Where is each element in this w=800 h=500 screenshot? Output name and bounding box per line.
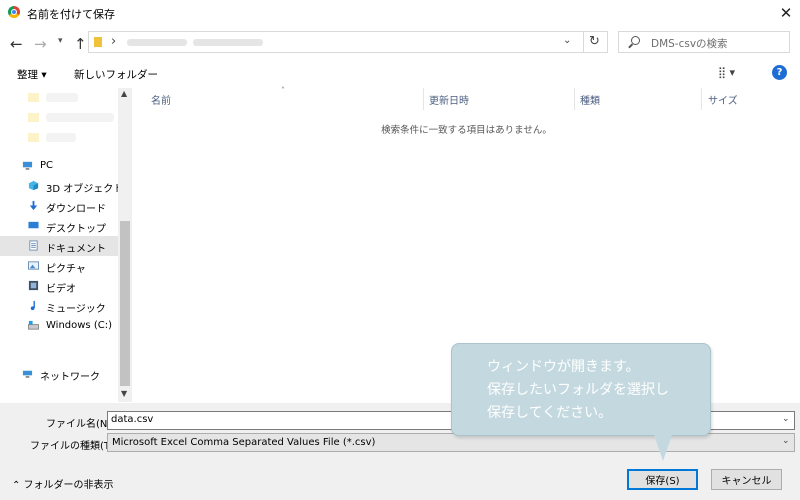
close-button[interactable]: ✕ <box>772 0 800 26</box>
cancel-button[interactable]: キャンセル <box>711 469 782 490</box>
sidebar-item-desktop[interactable]: デスクトップ <box>0 216 118 236</box>
scrollbar-thumb[interactable] <box>120 221 130 386</box>
filetype-value: Microsoft Excel Comma Separated Values F… <box>112 437 376 448</box>
quick-access-item-blurred[interactable] <box>46 93 78 102</box>
view-options-icon[interactable]: ⣿ ▾ <box>718 66 735 79</box>
sort-ascending-icon: ˄ <box>281 86 285 95</box>
quick-access-item-blurred[interactable] <box>46 113 114 122</box>
sidebar-item-label: デスクトップ <box>46 224 106 235</box>
filetype-label: ファイルの種類(T): <box>30 441 118 452</box>
new-folder-button[interactable]: 新しいフォルダー <box>74 67 158 82</box>
sidebar-item-label: ダウンロード <box>46 204 106 215</box>
column-header-modified[interactable]: 更新日時 <box>429 92 469 107</box>
column-divider[interactable] <box>423 88 424 110</box>
instruction-callout: ウィンドウが開きます。 保存したいフォルダを選択し 保存してください。 <box>451 343 711 436</box>
sidebar-item-label: ビデオ <box>46 284 76 295</box>
hide-folders-toggle[interactable]: ⌃ フォルダーの非表示 <box>12 476 114 491</box>
scroll-up-arrow-icon[interactable]: ▲ <box>121 89 127 98</box>
navigation-scrollbar[interactable]: ▲ ▼ <box>118 88 132 402</box>
column-header-name[interactable]: 名前 <box>151 92 171 107</box>
sidebar-item-label: ネットワーク <box>40 372 100 383</box>
organize-button[interactable]: 整理 ▾ <box>17 67 47 82</box>
folder-icon <box>28 133 39 142</box>
3d-objects-icon <box>28 180 39 191</box>
column-divider[interactable] <box>701 88 702 110</box>
video-icon <box>28 280 39 291</box>
callout-line: 保存してください。 <box>487 405 613 421</box>
network-icon <box>22 370 33 378</box>
sidebar-item-label: Windows (C:) <box>46 320 112 331</box>
empty-result-message: 検索条件に一致する項目はありません。 <box>381 125 552 136</box>
pictures-icon <box>28 261 39 270</box>
breadcrumb-segment-blurred[interactable] <box>193 39 263 46</box>
sidebar-item-label: PC <box>40 160 54 171</box>
folder-icon <box>28 93 39 102</box>
sidebar-item-pictures[interactable]: ピクチャ <box>0 256 118 276</box>
help-icon[interactable]: ? <box>772 65 787 80</box>
breadcrumb-segment-blurred[interactable] <box>127 39 187 46</box>
callout-line: ウィンドウが開きます。 <box>487 359 640 375</box>
filename-label: ファイル名(N): <box>46 419 115 430</box>
up-arrow-icon[interactable]: ↑ <box>74 35 87 53</box>
column-divider[interactable] <box>574 88 575 110</box>
sidebar-item-downloads[interactable]: ダウンロード <box>0 196 118 216</box>
sidebar-item-label: ピクチャ <box>46 264 86 275</box>
drive-icon <box>28 320 39 330</box>
sidebar-item-pc[interactable]: PC <box>0 156 118 176</box>
sidebar-item-label: 3D オブジェクト <box>46 184 124 195</box>
save-button[interactable]: 保存(S) <box>627 469 698 490</box>
column-header-type[interactable]: 種類 <box>580 92 600 107</box>
folder-icon <box>94 37 102 47</box>
sidebar-item-label: ミュージック <box>46 304 106 315</box>
window-title: 名前を付けて保存 <box>27 8 115 21</box>
callout-pointer <box>654 435 672 461</box>
filename-dropdown-chevron-icon[interactable]: ⌄ <box>782 414 790 424</box>
search-box[interactable]: DMS-csvの検索 <box>618 31 790 53</box>
documents-icon <box>29 240 38 251</box>
folder-icon <box>28 113 39 122</box>
refresh-icon[interactable]: ↻ <box>589 34 600 49</box>
column-header-size[interactable]: サイズ <box>708 92 738 107</box>
breadcrumb-chevron-icon[interactable]: › <box>111 34 116 49</box>
music-icon <box>30 300 35 311</box>
divider <box>583 32 584 52</box>
sidebar-item-music[interactable]: ミュージック <box>0 296 118 316</box>
download-icon <box>29 200 38 211</box>
chrome-icon <box>8 6 20 18</box>
search-placeholder[interactable]: DMS-csvの検索 <box>651 36 728 51</box>
quick-access-item-blurred[interactable] <box>46 133 76 142</box>
sidebar-item-3d-objects[interactable]: 3D オブジェクト <box>0 176 123 196</box>
scroll-down-arrow-icon[interactable]: ▼ <box>121 389 127 398</box>
sidebar-item-documents[interactable]: ドキュメント <box>0 236 118 256</box>
filetype-dropdown-chevron-icon[interactable]: ⌄ <box>782 436 790 446</box>
sidebar-item-videos[interactable]: ビデオ <box>0 276 118 296</box>
pc-icon <box>22 161 33 170</box>
title-bar: 名前を付けて保存 ✕ <box>0 0 800 26</box>
back-arrow-icon[interactable]: ← <box>10 35 23 53</box>
address-bar[interactable]: › ⌄ ↻ <box>88 31 608 53</box>
navigation-pane: PC 3D オブジェクト ダウンロード デスクトップ ドキュメント ピクチャ ビ… <box>0 88 132 402</box>
callout-line: 保存したいフォルダを選択し <box>487 382 669 398</box>
forward-arrow-icon[interactable]: → <box>34 35 47 53</box>
desktop-icon <box>28 221 39 229</box>
sidebar-item-network[interactable]: ネットワーク <box>0 364 118 384</box>
sidebar-item-drive-c[interactable]: Windows (C:) <box>0 316 118 336</box>
address-dropdown-chevron-icon[interactable]: ⌄ <box>563 35 571 46</box>
command-bar: 整理 ▾ 新しいフォルダー ⣿ ▾ ? <box>0 62 800 86</box>
recent-locations-chevron-icon[interactable]: ▾ <box>58 36 63 46</box>
sidebar-item-label: ドキュメント <box>46 244 106 255</box>
search-icon <box>631 36 640 45</box>
